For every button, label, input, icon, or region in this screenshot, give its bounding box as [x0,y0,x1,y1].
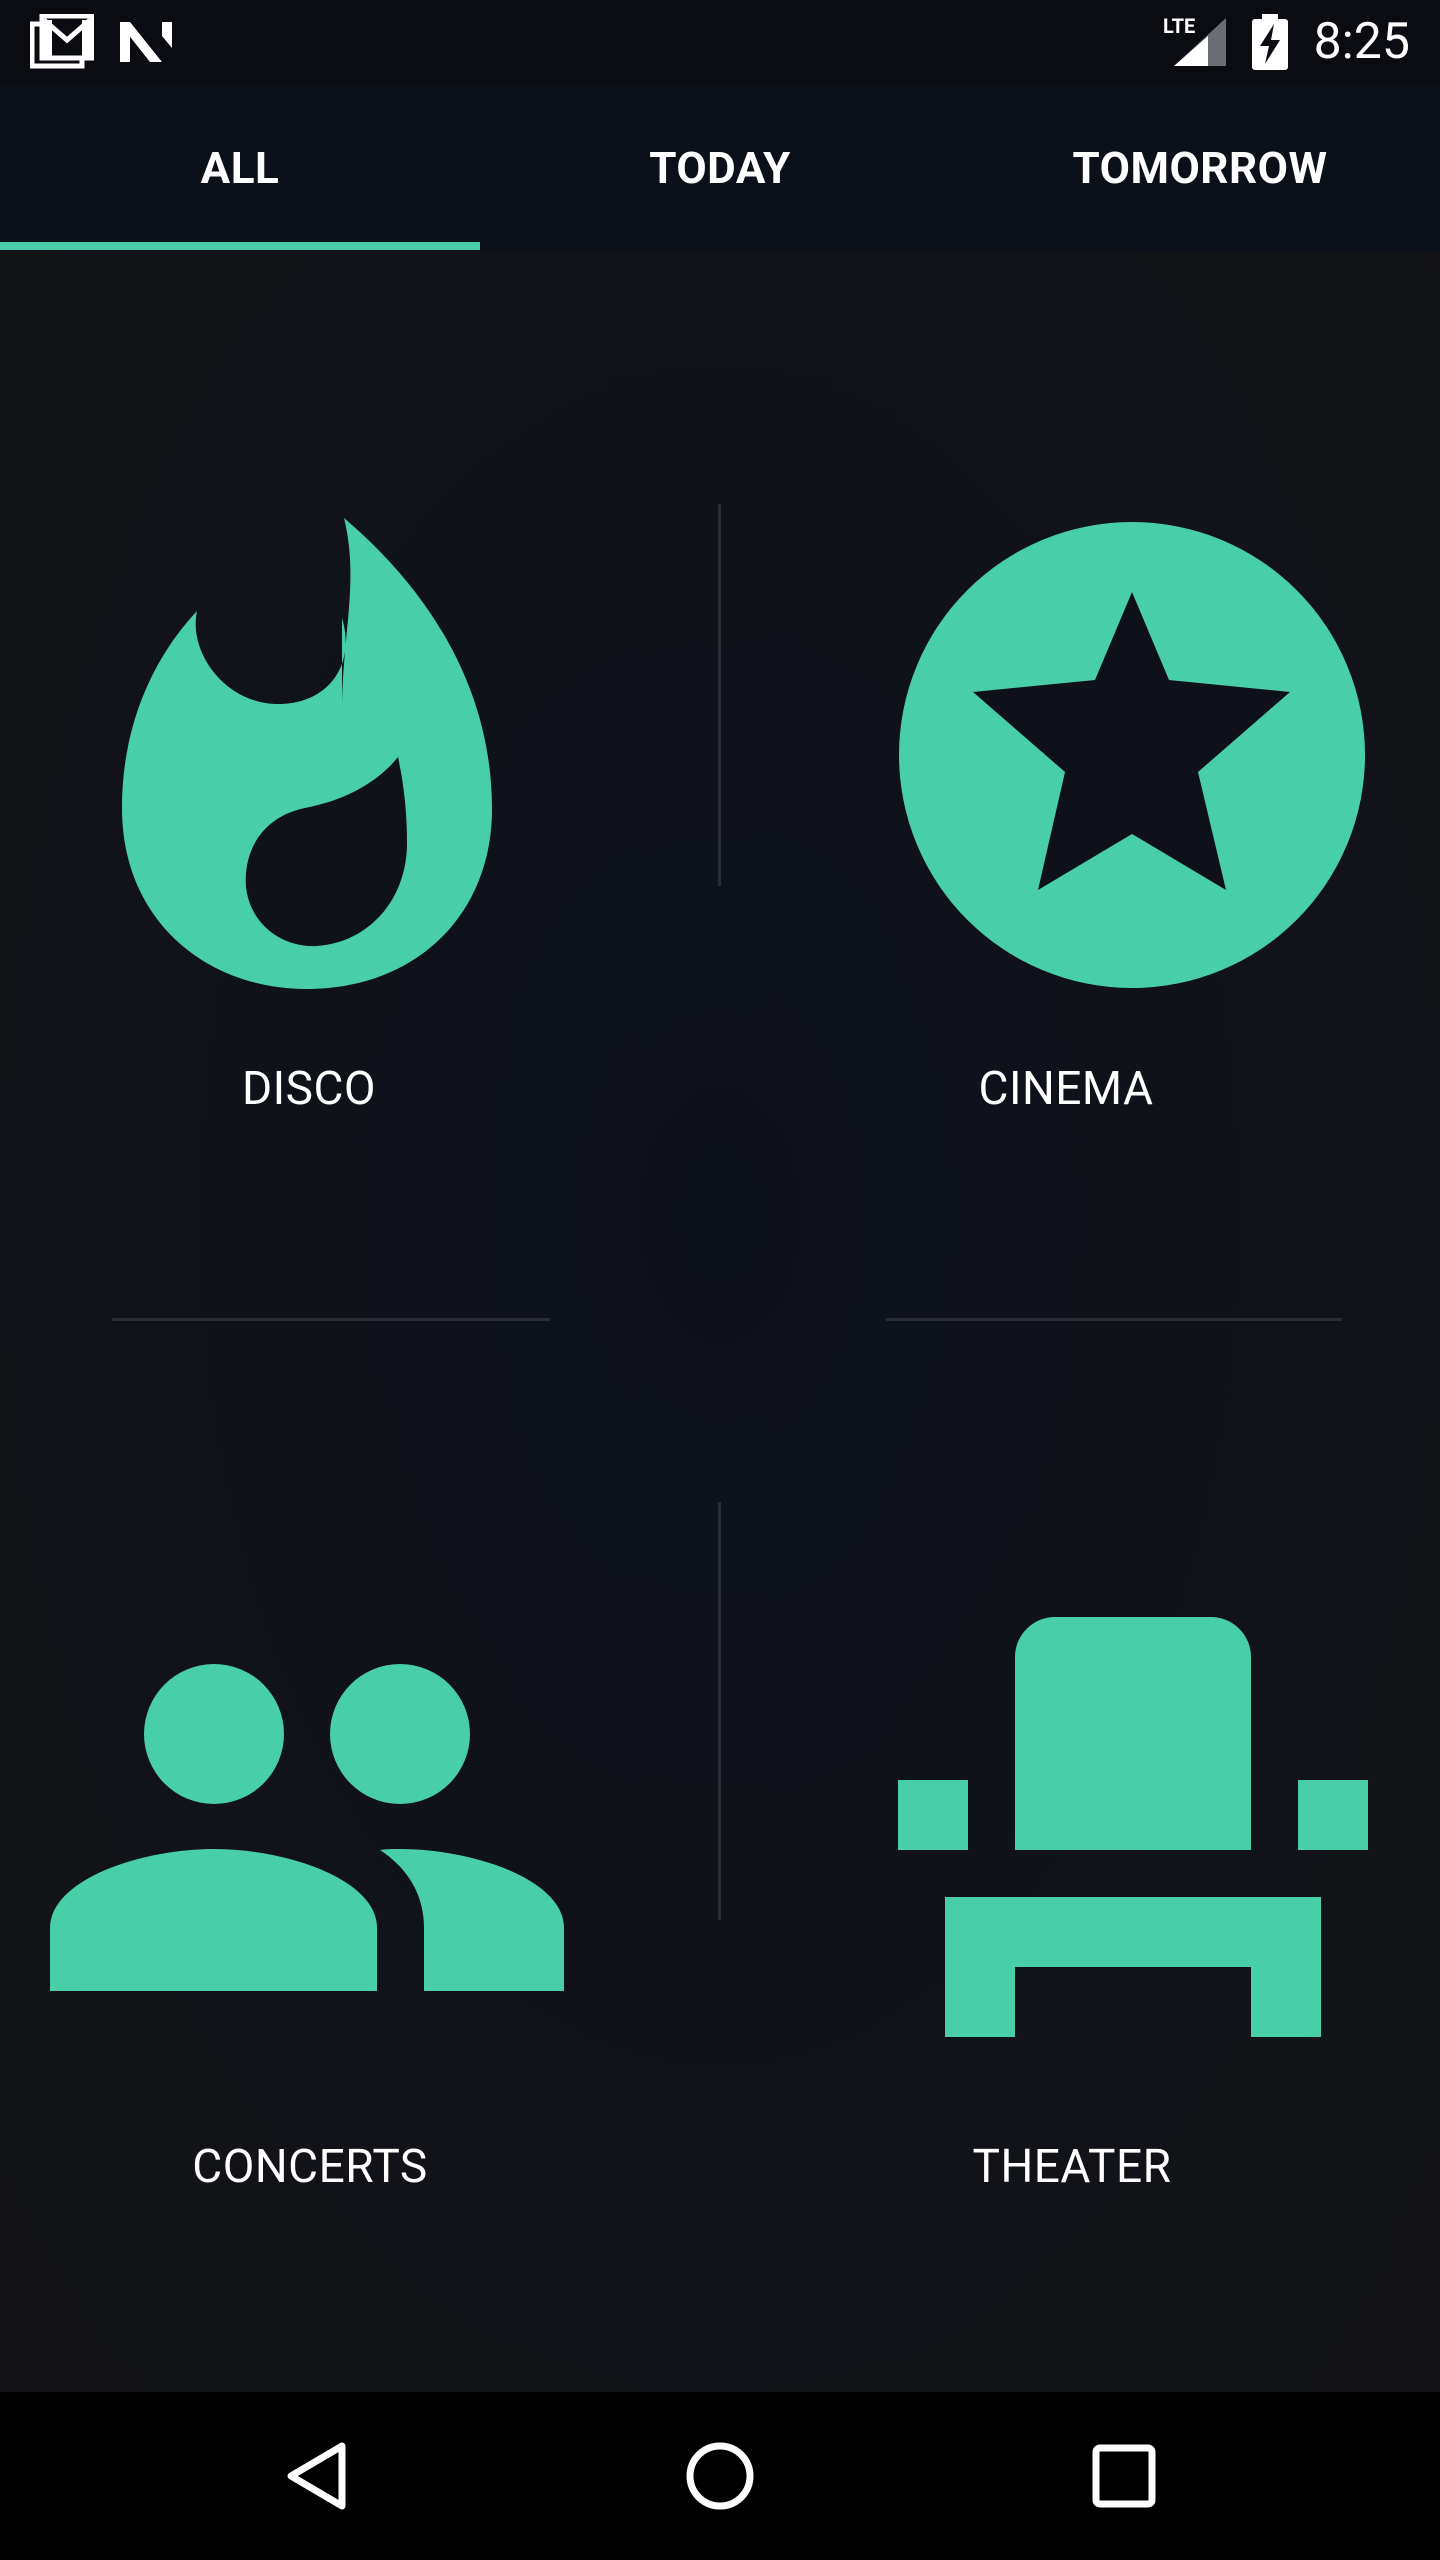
back-button[interactable] [216,2392,416,2560]
category-tile-cinema[interactable]: CINEMA [721,252,1440,1318]
status-bar: LTE 8:25 [0,0,1440,84]
star-circle-icon [899,522,1365,988]
signal-icon [1174,18,1226,66]
tab-selected-indicator [0,242,480,250]
clock: 8:25 [1313,13,1410,71]
back-icon [287,2442,346,2510]
n-icon [120,22,172,62]
people-icon [50,1664,564,1991]
recents-icon [1092,2444,1156,2508]
home-icon [686,2442,754,2510]
home-button[interactable] [620,2392,820,2560]
flame-icon [122,518,492,989]
category-label-theater: THEATER [972,2140,1172,2194]
tab-today[interactable]: TODAY [480,84,960,252]
category-tile-concerts[interactable]: CONCERTS [0,1321,718,2392]
category-label-disco: DISCO [241,1062,377,1116]
navigation-bar [0,2392,1440,2560]
recents-button[interactable] [1024,2392,1224,2560]
category-label-cinema: CINEMA [978,1062,1154,1116]
armchair-icon [898,1617,1368,2037]
gmail-icon [30,14,94,69]
app-screen: LTE 8:25 ALL TODAY TOMORROW DISCO CINEMA… [0,0,1440,2560]
category-tile-disco[interactable]: DISCO [0,252,718,1318]
battery-charging-icon [1252,14,1288,70]
category-tile-theater[interactable]: THEATER [721,1321,1440,2392]
tab-tomorrow[interactable]: TOMORROW [960,84,1440,252]
tab-all[interactable]: ALL [0,84,480,252]
category-grid: DISCO CINEMA CONCERTS THEATER [0,252,1440,2392]
tab-bar: ALL TODAY TOMORROW [0,84,1440,252]
category-label-concerts: CONCERTS [192,2140,428,2194]
